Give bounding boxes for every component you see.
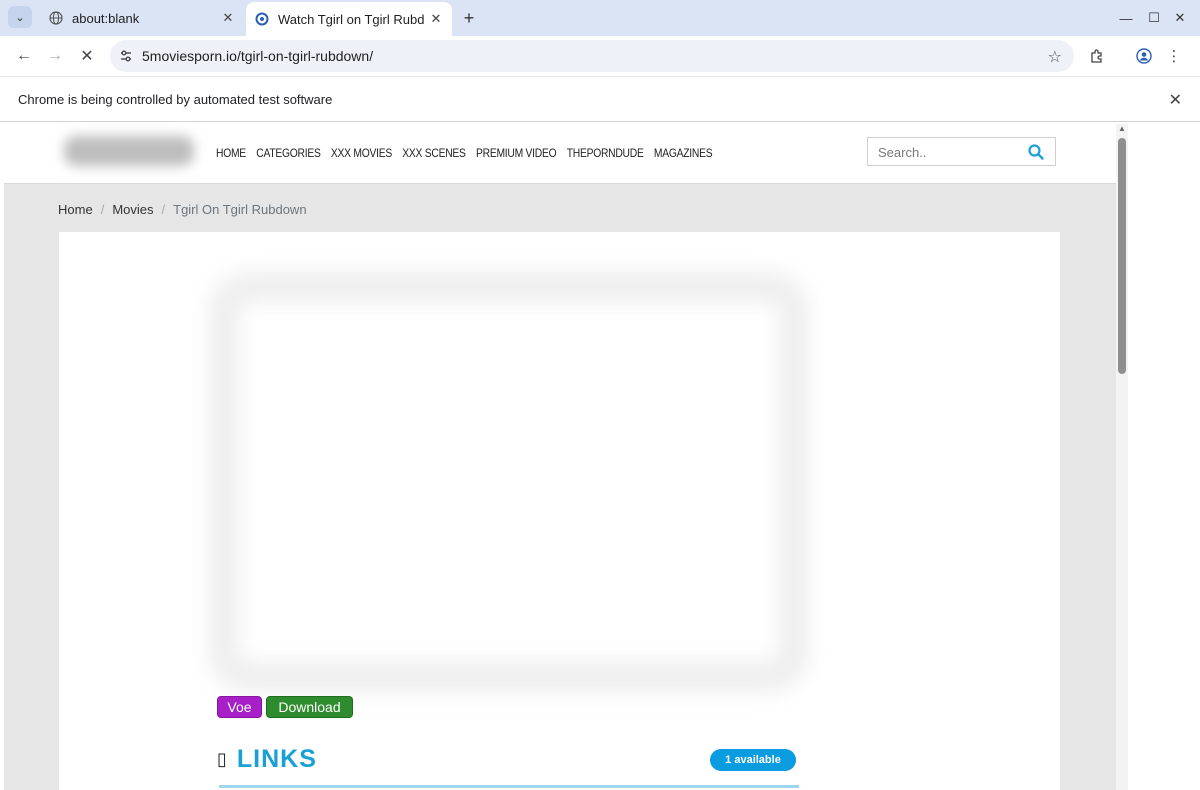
tab-active-page[interactable]: Watch Tgirl on Tgirl Rubd ✕ xyxy=(246,2,452,36)
bookmark-star-icon[interactable]: ☆ xyxy=(1048,47,1062,67)
site-header: HOME CATEGORIES XXX MOVIES XXX SCENES PR… xyxy=(4,124,1116,184)
breadcrumb-separator: / xyxy=(100,202,105,217)
back-arrow-icon[interactable]: ← xyxy=(12,44,36,68)
site-logo[interactable] xyxy=(64,136,194,166)
address-bar[interactable]: 5moviesporn.io/tgirl-on-tgirl-rubdown/ ☆ xyxy=(110,40,1074,72)
links-count-badge: 1 available xyxy=(710,749,796,771)
content-card: Voe Download ▯ LINKS 1 available xyxy=(59,232,1060,790)
close-tab-icon[interactable]: ✕ xyxy=(218,8,238,28)
breadcrumb-separator: / xyxy=(161,202,166,217)
download-button[interactable]: Download xyxy=(266,696,353,718)
loading-spinner-icon xyxy=(254,11,270,27)
main-nav: HOME CATEGORIES XXX MOVIES XXX SCENES PR… xyxy=(216,146,713,160)
tab-strip: ⌄ about:blank ✕ Watch Tgirl on Tgirl Rub… xyxy=(0,0,1200,36)
globe-icon xyxy=(48,10,64,26)
tab-title: Watch Tgirl on Tgirl Rubd xyxy=(278,11,425,27)
nav-premium-video[interactable]: PREMIUM VIDEO xyxy=(476,146,557,160)
minimize-icon[interactable]: — xyxy=(1116,8,1136,28)
breadcrumb-current: Tgirl On Tgirl Rubdown xyxy=(173,202,307,217)
close-infobar-icon[interactable]: ✕ xyxy=(1169,90,1182,110)
search-icon[interactable] xyxy=(1027,143,1045,161)
page-scrollbar[interactable]: ▲ xyxy=(1116,124,1128,790)
close-tab-icon[interactable]: ✕ xyxy=(426,9,446,29)
stop-loading-icon[interactable]: ✕ xyxy=(75,44,99,68)
nav-home[interactable]: HOME xyxy=(216,146,246,160)
breadcrumb-home[interactable]: Home xyxy=(58,202,93,217)
scrollbar-thumb[interactable] xyxy=(1118,138,1126,374)
breadcrumb-movies[interactable]: Movies xyxy=(112,202,153,217)
site-info-icon[interactable] xyxy=(118,48,134,64)
menu-kebab-icon[interactable]: ⋮ xyxy=(1163,45,1185,67)
links-divider xyxy=(219,785,799,788)
nav-categories[interactable]: CATEGORIES xyxy=(256,146,321,160)
search-input[interactable]: Search.. xyxy=(867,137,1056,166)
video-player[interactable] xyxy=(209,272,809,692)
tab-search-button[interactable]: ⌄ xyxy=(8,6,32,28)
chevron-down-icon: ⌄ xyxy=(15,11,25,24)
browser-toolbar: ← → ✕ 5moviesporn.io/tgirl-on-tgirl-rubd… xyxy=(0,36,1200,76)
nav-magazines[interactable]: MAGAZINES xyxy=(654,146,713,160)
tab-about-blank[interactable]: about:blank ✕ xyxy=(40,4,244,32)
page-viewport: HOME CATEGORIES XXX MOVIES XXX SCENES PR… xyxy=(4,124,1116,790)
close-window-icon[interactable]: ✕ xyxy=(1170,8,1190,28)
links-heading: ▯ LINKS xyxy=(217,745,317,774)
nav-xxx-movies[interactable]: XXX MOVIES xyxy=(331,146,392,160)
search-placeholder: Search.. xyxy=(878,145,927,160)
scroll-up-icon[interactable]: ▲ xyxy=(1118,124,1126,133)
profile-icon[interactable] xyxy=(1133,45,1155,67)
nav-theporndude[interactable]: THEPORNDUDE xyxy=(567,146,644,160)
voe-server-button[interactable]: Voe xyxy=(217,696,262,718)
infobar-message: Chrome is being controlled by automated … xyxy=(18,92,333,107)
window-gutter xyxy=(1128,124,1200,790)
links-icon: ▯ xyxy=(217,749,227,770)
links-title: LINKS xyxy=(236,745,317,773)
new-tab-button[interactable]: + xyxy=(458,7,480,29)
forward-arrow-icon[interactable]: → xyxy=(43,44,67,68)
url-text: 5moviesporn.io/tgirl-on-tgirl-rubdown/ xyxy=(142,48,374,64)
automation-infobar: Chrome is being controlled by automated … xyxy=(0,76,1200,122)
extensions-icon[interactable] xyxy=(1086,45,1108,67)
nav-xxx-scenes[interactable]: XXX SCENES xyxy=(402,146,466,160)
breadcrumb: Home / Movies / Tgirl On Tgirl Rubdown xyxy=(58,202,307,217)
tab-title: about:blank xyxy=(72,10,140,26)
maximize-icon[interactable]: ☐ xyxy=(1144,8,1164,28)
